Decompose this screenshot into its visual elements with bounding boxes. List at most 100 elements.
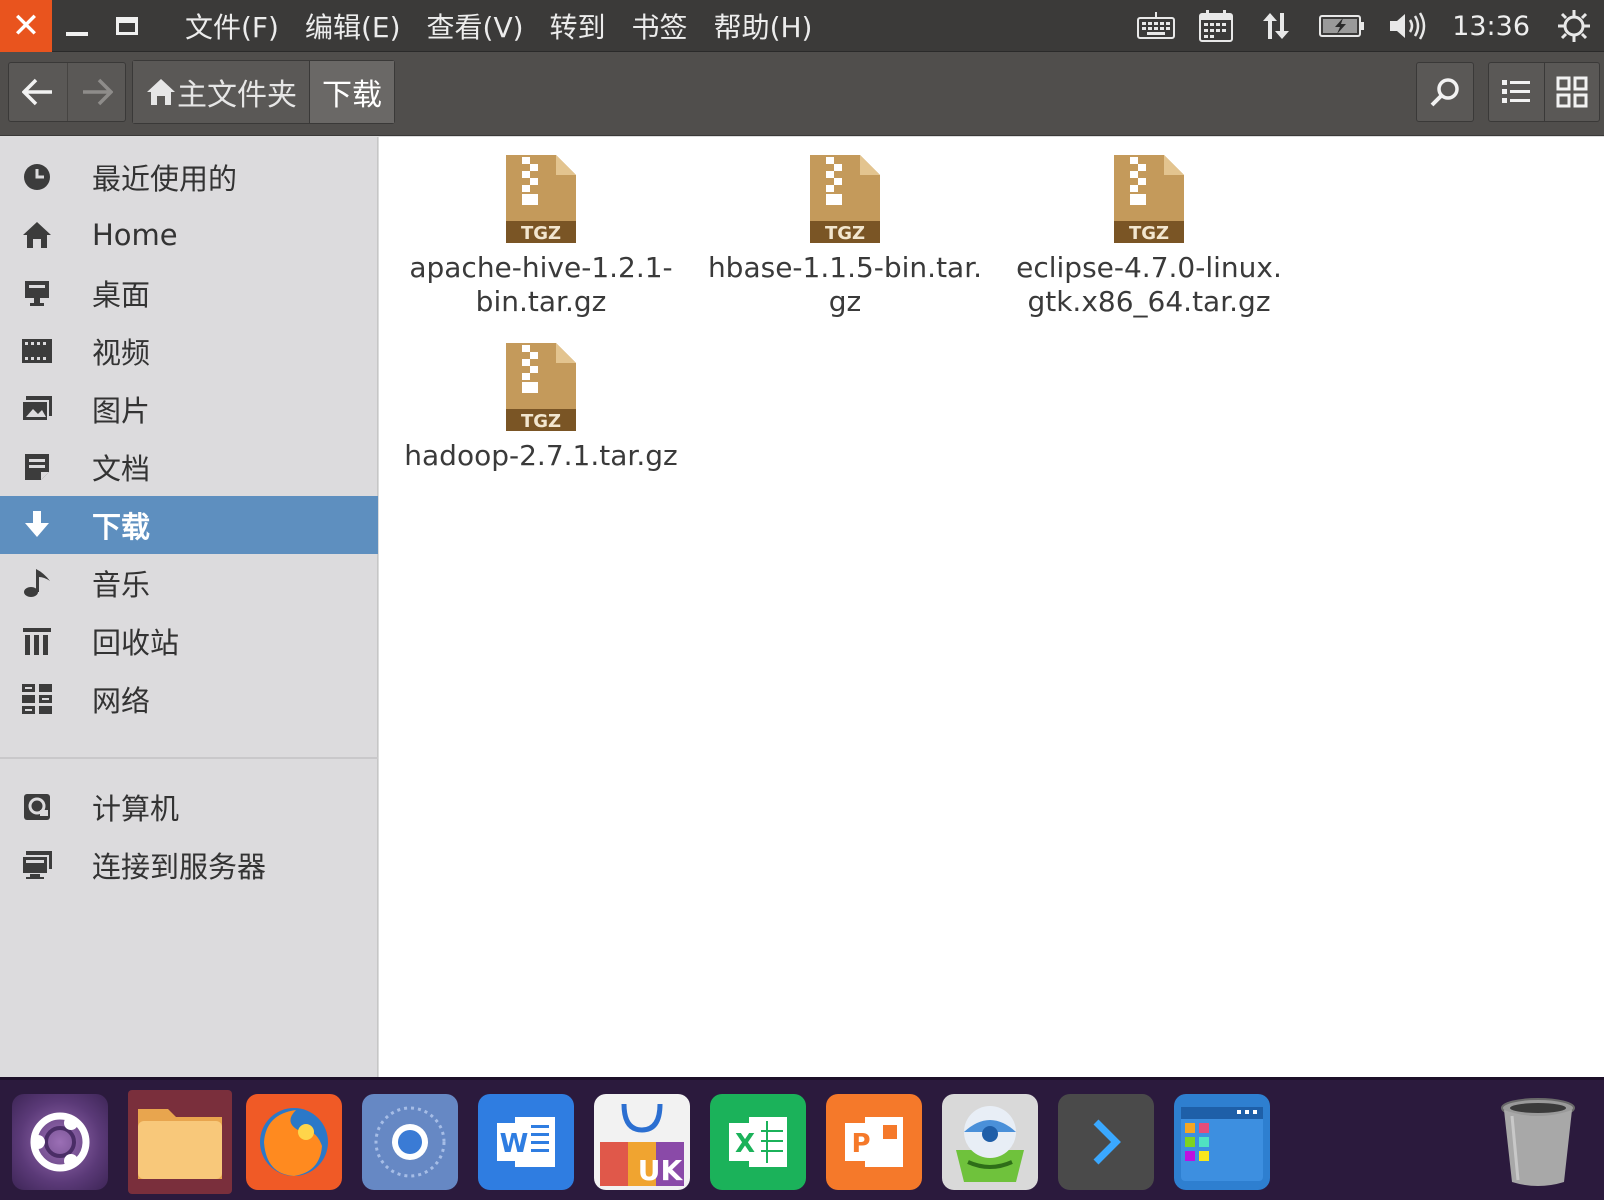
sidebar-item-desktop[interactable]: 桌面: [0, 264, 378, 322]
menu-edit[interactable]: 编辑(E): [292, 6, 414, 46]
wps-writer-icon[interactable]: W: [478, 1094, 574, 1190]
view-switch-group: [1488, 62, 1600, 122]
menu-bar: 文件(F) 编辑(E) 查看(V) 转到 书签 帮助(H): [172, 6, 825, 46]
places-sidebar: 最近使用的 Home 桌面 视频 图片 文档 下载 音乐 回收站 网络 计算机 …: [0, 137, 378, 1077]
navigation-buttons: [8, 62, 126, 122]
arrow-left-icon: [22, 78, 52, 106]
file-name: hadoop-2.7.1.tar.gz: [404, 439, 678, 472]
firefox-icon[interactable]: [246, 1094, 342, 1190]
svg-text:TGZ: TGZ: [521, 223, 561, 244]
file-name: apache-hive-1.2.1- bin.tar.gz: [409, 251, 673, 318]
file-name: eclipse-4.7.0-linux. gtk.x86_64.tar.gz: [1016, 251, 1282, 318]
menu-bookmarks[interactable]: 书签: [619, 6, 701, 46]
maximize-window-button[interactable]: [102, 0, 152, 52]
computer-icon: [20, 790, 54, 824]
server-icon: [20, 848, 54, 882]
sidebar-item-label: 网络: [92, 684, 151, 718]
search-button[interactable]: [1417, 63, 1473, 121]
close-icon: ✕: [11, 5, 41, 46]
forward-button[interactable]: [67, 63, 125, 121]
svg-text:UK: UK: [638, 1154, 684, 1187]
sidebar-item-label: 连接到服务器: [92, 850, 267, 884]
terminal-icon[interactable]: [1058, 1094, 1154, 1190]
tgz-archive-icon: TGZ: [1114, 155, 1184, 244]
menu-go[interactable]: 转到: [537, 6, 619, 46]
close-window-button[interactable]: ✕: [0, 0, 52, 52]
sidebar-item-network[interactable]: 网络: [0, 670, 378, 728]
menu-help[interactable]: 帮助(H): [701, 6, 826, 46]
search-group: [1416, 62, 1474, 122]
sidebar-item-music[interactable]: 音乐: [0, 554, 378, 612]
sidebar-item-label: 计算机: [92, 792, 180, 826]
sidebar-item-label: Home: [92, 218, 178, 252]
sidebar-item-downloads[interactable]: 下载: [0, 496, 378, 554]
sidebar-separator: [0, 757, 378, 759]
wps-spreadsheet-icon[interactable]: X: [710, 1094, 806, 1190]
top-menu-bar: ✕ 文件(F) 编辑(E) 查看(V) 转到 书签 帮助(H) 13:36: [0, 0, 1604, 52]
home-icon: [20, 218, 54, 252]
software-updater-icon[interactable]: [942, 1094, 1038, 1190]
menu-view[interactable]: 查看(V): [414, 6, 537, 46]
tgz-archive-icon: TGZ: [506, 343, 576, 432]
indicator-area: 13:36: [1126, 0, 1604, 52]
power-icon[interactable]: [1544, 0, 1604, 52]
arrow-right-icon: [82, 78, 113, 106]
tgz-archive-icon: TGZ: [810, 155, 880, 244]
sidebar-item-trash[interactable]: 回收站: [0, 612, 378, 670]
sidebar-item-recent[interactable]: 最近使用的: [0, 148, 378, 206]
breadcrumb-home-label: 主文件夹: [177, 78, 297, 113]
ubuntu-logo-icon[interactable]: [12, 1094, 108, 1190]
file-item[interactable]: TGZ eclipse-4.7.0-linux. gtk.x86_64.tar.g…: [999, 153, 1299, 319]
ubuntu-kylin-store-icon[interactable]: UK: [594, 1094, 690, 1190]
battery-icon[interactable]: [1306, 0, 1378, 52]
sidebar-item-videos[interactable]: 视频: [0, 322, 378, 380]
grid-view-icon: [1556, 76, 1588, 108]
sidebar-item-label: 音乐: [92, 568, 151, 602]
minimize-window-button[interactable]: [52, 0, 102, 52]
menu-file[interactable]: 文件(F): [172, 6, 292, 46]
file-item[interactable]: TGZ hbase-1.1.5-bin.tar. gz: [695, 153, 995, 319]
sidebar-item-label: 文档: [92, 452, 151, 486]
sidebar-item-label: 下载: [92, 510, 151, 544]
recent-clock-icon: [20, 160, 54, 194]
svg-text:TGZ: TGZ: [521, 411, 561, 432]
breadcrumb-downloads[interactable]: 下载: [309, 61, 394, 123]
file-item[interactable]: TGZ apache-hive-1.2.1- bin.tar.gz: [391, 153, 691, 319]
back-button[interactable]: [9, 63, 67, 121]
sidebar-item-computer[interactable]: 计算机: [0, 778, 378, 836]
clock[interactable]: 13:36: [1438, 11, 1544, 42]
svg-text:X: X: [735, 1129, 755, 1159]
breadcrumb-home[interactable]: 主文件夹: [133, 61, 309, 123]
list-view-icon: [1502, 80, 1531, 103]
svg-text:TGZ: TGZ: [825, 223, 865, 244]
files-app-icon[interactable]: [128, 1090, 232, 1194]
music-icon: [20, 566, 54, 600]
volume-icon[interactable]: [1378, 0, 1438, 52]
chromium-icon[interactable]: [362, 1094, 458, 1190]
keyboard-icon[interactable]: [1126, 0, 1186, 52]
toolbar: 主文件夹 下载: [0, 52, 1604, 136]
documents-icon: [20, 450, 54, 484]
file-item[interactable]: TGZ hadoop-2.7.1.tar.gz: [391, 341, 691, 473]
list-view-button[interactable]: [1489, 63, 1544, 121]
grid-view-button[interactable]: [1543, 63, 1599, 121]
file-name: hbase-1.1.5-bin.tar. gz: [707, 251, 983, 318]
breadcrumb: 主文件夹 下载: [132, 60, 395, 124]
dock: W UK X P: [0, 1077, 1604, 1200]
sidebar-item-pictures[interactable]: 图片: [0, 380, 378, 438]
sidebar-item-home[interactable]: Home: [0, 206, 378, 264]
search-icon: [1430, 78, 1459, 107]
sidebar-item-documents[interactable]: 文档: [0, 438, 378, 496]
sidebar-item-connect-server[interactable]: 连接到服务器: [0, 836, 378, 894]
calendar-icon[interactable]: [1186, 0, 1246, 52]
home-icon: [147, 79, 175, 105]
video-icon: [20, 334, 54, 368]
tgz-archive-icon: TGZ: [506, 155, 576, 244]
workspace-switcher-icon[interactable]: [1174, 1094, 1270, 1190]
file-view: TGZ apache-hive-1.2.1- bin.tar.gz TGZ hba…: [379, 137, 1604, 1077]
wps-presentation-icon[interactable]: P: [826, 1094, 922, 1190]
svg-text:P: P: [851, 1129, 870, 1159]
trash-dock-icon[interactable]: [1490, 1094, 1586, 1190]
sidebar-item-label: 回收站: [92, 626, 180, 660]
network-updown-icon[interactable]: [1246, 0, 1306, 52]
